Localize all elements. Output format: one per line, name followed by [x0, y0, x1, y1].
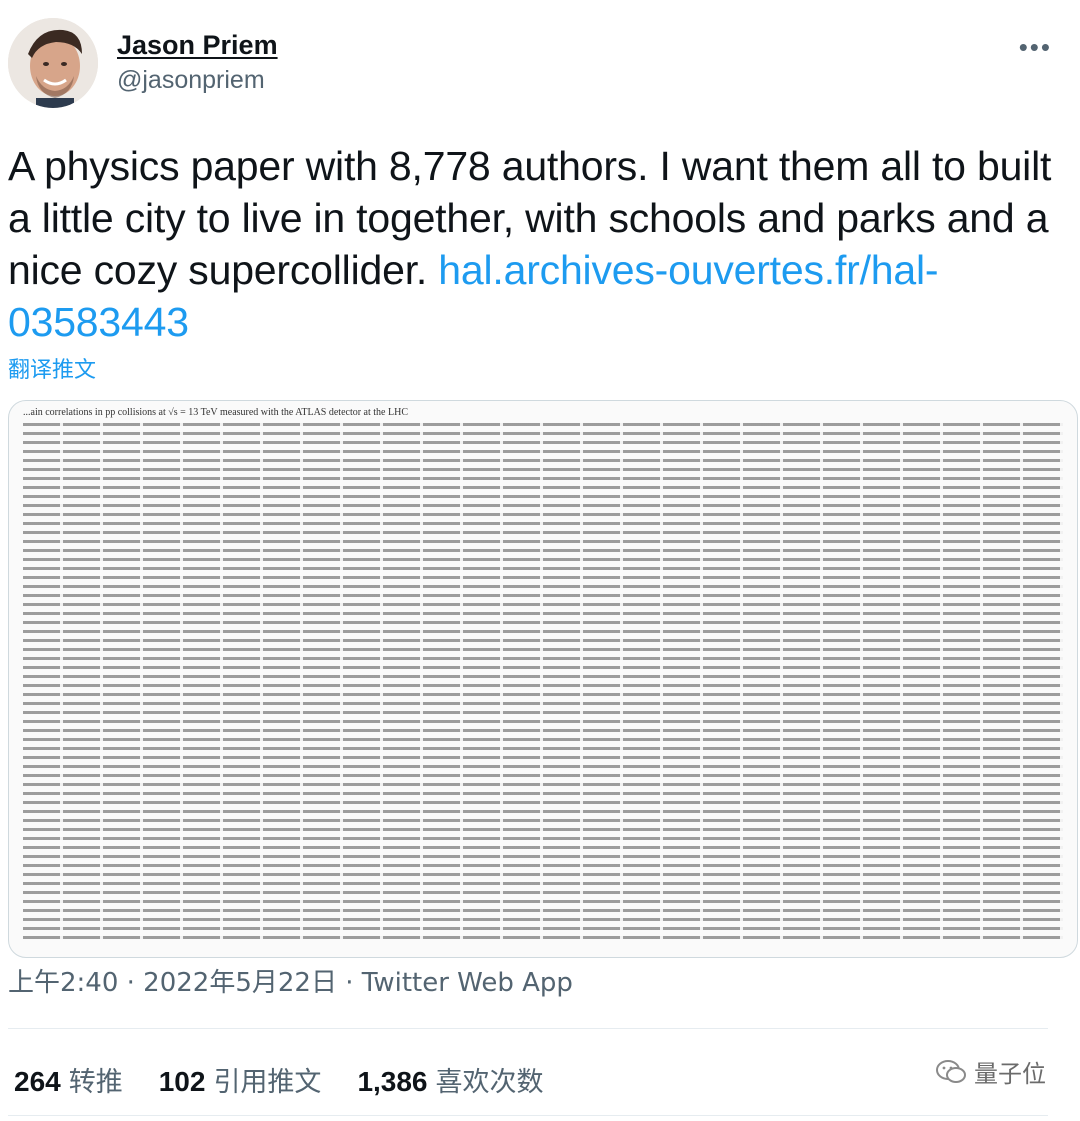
- quotes-label: 引用推文: [213, 1067, 322, 1098]
- translate-tweet-link[interactable]: 翻译推文: [8, 352, 96, 384]
- likes-count: 1,386: [357, 1066, 428, 1097]
- wechat-icon: [936, 1059, 966, 1083]
- tweet-timestamp[interactable]: 上午2:40 · 2022年5月22日 · Twitter Web App: [8, 962, 573, 999]
- quotes-count: 102: [158, 1066, 206, 1097]
- divider: [8, 1028, 1048, 1029]
- author-list-text-block: [23, 423, 1063, 945]
- watermark: 量子位: [936, 1054, 1046, 1089]
- likes-label: 喜欢次数: [435, 1067, 544, 1098]
- profile-photo: [8, 18, 98, 108]
- tweet-text: A physics paper with 8,778 authors. I wa…: [8, 140, 1063, 348]
- quotes-stat[interactable]: 102 引用推文: [159, 1060, 322, 1099]
- user-handle[interactable]: @jasonpriem: [117, 66, 265, 95]
- retweets-count: 264: [14, 1066, 61, 1097]
- user-display-name[interactable]: Jason Priem: [117, 30, 278, 61]
- watermark-text: 量子位: [974, 1060, 1046, 1088]
- engagement-stats: 264 转推 102 引用推文 1,386 喜欢次数: [14, 1060, 544, 1099]
- tweet-media-image[interactable]: ...ain correlations in pp collisions at …: [8, 400, 1078, 958]
- retweets-label: 转推: [68, 1067, 123, 1098]
- retweets-stat[interactable]: 264 转推: [14, 1060, 123, 1099]
- paper-title-caption: ...ain correlations in pp collisions at …: [23, 407, 408, 418]
- more-options-icon[interactable]: •••: [1019, 32, 1052, 63]
- avatar[interactable]: [8, 18, 98, 108]
- divider: [8, 1115, 1048, 1116]
- likes-stat[interactable]: 1,386 喜欢次数: [357, 1060, 543, 1099]
